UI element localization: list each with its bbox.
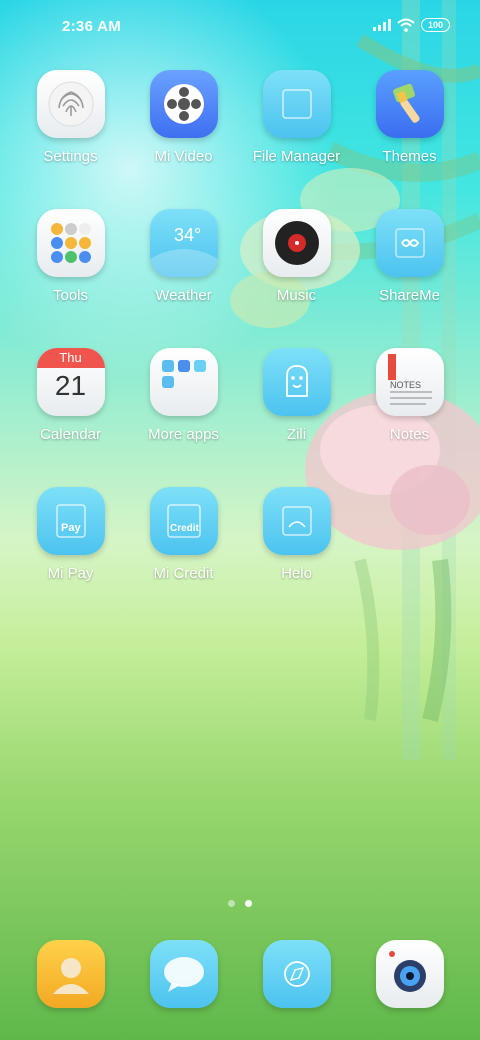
browser-icon bbox=[262, 940, 331, 1008]
fingerprint-icon bbox=[36, 70, 105, 138]
app-label: Tools bbox=[52, 287, 89, 304]
app-shareme[interactable]: ShareMe bbox=[353, 209, 466, 348]
mi-credit-text: Credit bbox=[170, 523, 200, 534]
app-label: Settings bbox=[43, 148, 98, 165]
app-label: Notes bbox=[389, 426, 430, 443]
messages-icon bbox=[149, 940, 218, 1008]
app-music[interactable]: Music bbox=[240, 209, 353, 348]
app-grid: Settings Mi Video File Manager Themes To… bbox=[14, 70, 466, 626]
film-reel-icon bbox=[149, 70, 218, 138]
infinity-icon bbox=[375, 209, 444, 277]
app-helo[interactable]: Helo bbox=[240, 487, 353, 626]
camera-icon bbox=[375, 940, 444, 1008]
apps-folder-icon bbox=[149, 348, 218, 416]
app-label: Themes bbox=[382, 148, 437, 165]
folder-icon bbox=[262, 70, 331, 138]
app-label: ShareMe bbox=[379, 287, 440, 304]
app-label: Music bbox=[276, 287, 317, 304]
calendar-date: 21 bbox=[54, 370, 87, 401]
app-notes[interactable]: NOTES Notes bbox=[353, 348, 466, 487]
app-label: More apps bbox=[148, 426, 219, 443]
clock: 2:36 AM bbox=[62, 18, 122, 35]
zili-icon bbox=[262, 348, 331, 416]
app-label: Mi Pay bbox=[47, 565, 94, 582]
app-file-manager[interactable]: File Manager bbox=[240, 70, 353, 209]
dock-camera[interactable] bbox=[353, 940, 466, 1008]
signal-icon bbox=[372, 19, 391, 31]
mi-pay-text: Pay bbox=[61, 522, 81, 534]
calendar-day: Thu bbox=[36, 348, 105, 368]
app-label: Helo bbox=[281, 565, 312, 582]
app-label: File Manager bbox=[252, 148, 341, 165]
app-label: Mi Credit bbox=[153, 565, 214, 582]
app-label: Zili bbox=[286, 426, 307, 443]
weather-temp: 34° bbox=[174, 225, 201, 245]
app-mi-pay[interactable]: Pay Mi Pay bbox=[14, 487, 127, 626]
contacts-icon bbox=[36, 940, 105, 1008]
calendar-icon: Thu 21 bbox=[36, 348, 105, 416]
app-more-apps[interactable]: More apps bbox=[127, 348, 240, 487]
dock-browser[interactable] bbox=[240, 940, 353, 1008]
page-dot-1[interactable] bbox=[228, 900, 235, 907]
app-mi-video[interactable]: Mi Video bbox=[127, 70, 240, 209]
app-mi-credit[interactable]: Credit Mi Credit bbox=[127, 487, 240, 626]
status-bar: 2:36 AM 100 bbox=[0, 0, 480, 56]
paintbrush-icon bbox=[375, 70, 444, 138]
mi-credit-icon: Credit bbox=[149, 487, 218, 555]
vinyl-record-icon bbox=[262, 209, 331, 277]
dock-contacts[interactable] bbox=[14, 940, 127, 1008]
helo-icon bbox=[262, 487, 331, 555]
app-calendar[interactable]: Thu 21 Calendar bbox=[14, 348, 127, 487]
page-dot-2-active[interactable] bbox=[245, 900, 252, 907]
weather-icon: 34° bbox=[149, 209, 218, 277]
app-settings[interactable]: Settings bbox=[14, 70, 127, 209]
tools-folder-icon bbox=[36, 209, 105, 277]
battery-indicator: 100 bbox=[420, 18, 450, 32]
notes-icon-text: NOTES bbox=[390, 380, 421, 390]
app-weather[interactable]: 34° Weather bbox=[127, 209, 240, 348]
app-zili[interactable]: Zili bbox=[240, 348, 353, 487]
page-indicator bbox=[0, 900, 480, 907]
app-label: Calendar bbox=[40, 426, 101, 443]
dock-messages[interactable] bbox=[127, 940, 240, 1008]
app-tools[interactable]: Tools bbox=[14, 209, 127, 348]
mi-pay-icon: Pay bbox=[36, 487, 105, 555]
dock bbox=[14, 940, 466, 1008]
wifi-icon bbox=[397, 18, 415, 32]
notes-icon: NOTES bbox=[375, 348, 444, 416]
app-themes[interactable]: Themes bbox=[353, 70, 466, 209]
app-label: Mi Video bbox=[154, 148, 213, 165]
app-label: Weather bbox=[155, 287, 212, 304]
